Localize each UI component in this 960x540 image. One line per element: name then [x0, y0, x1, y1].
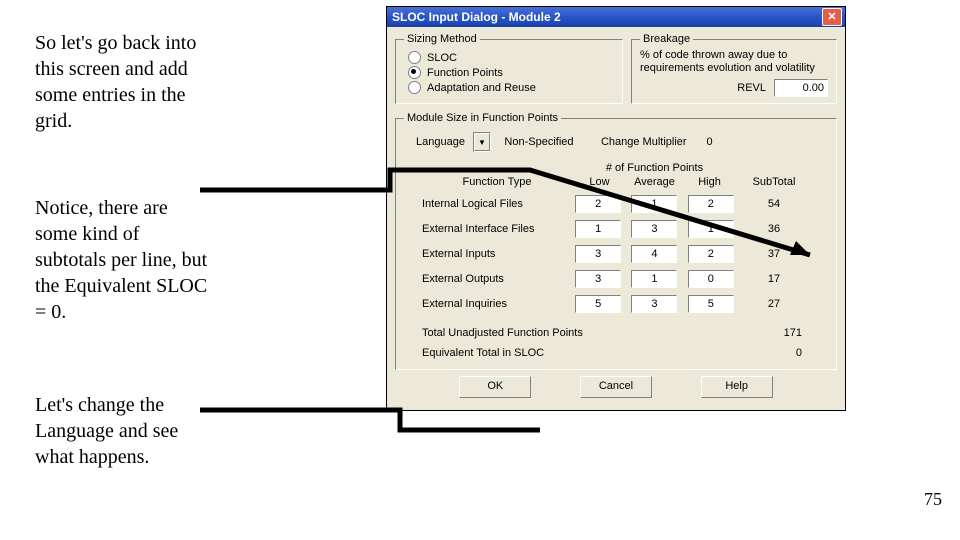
radio-label: Function Points: [427, 67, 503, 79]
equivalent-sloc-label: Equivalent Total in SLOC: [422, 347, 682, 359]
subtotal-value: 17: [737, 273, 811, 285]
table-row: External Outputs31017: [422, 270, 824, 288]
equivalent-sloc-value: 0: [682, 347, 808, 359]
high-input[interactable]: 1: [688, 220, 734, 238]
change-multiplier-value: 0: [695, 136, 725, 148]
avg-input[interactable]: 1: [631, 195, 677, 213]
breakage-legend: Breakage: [640, 33, 693, 45]
cancel-button[interactable]: Cancel: [580, 376, 652, 398]
subtotal-value: 27: [737, 298, 811, 310]
low-input[interactable]: 3: [575, 270, 621, 288]
change-multiplier-label: Change Multiplier: [601, 136, 687, 148]
ok-button[interactable]: OK: [459, 376, 531, 398]
function-type-label: External Interface Files: [422, 223, 572, 235]
total-unadjusted-label: Total Unadjusted Function Points: [422, 327, 682, 339]
breakage-group: Breakage % of code thrown away due to re…: [631, 33, 837, 104]
col-header-fp: # of Function Points: [572, 162, 737, 174]
avg-input[interactable]: 1: [631, 270, 677, 288]
table-row: External Inputs34237: [422, 245, 824, 263]
radio-sloc[interactable]: SLOC: [408, 51, 614, 64]
narrative-p2: Notice, there are some kind of subtotals…: [35, 195, 210, 325]
page-number: 75: [924, 489, 942, 510]
titlebar[interactable]: SLOC Input Dialog - Module 2 ✕: [387, 7, 845, 27]
radio-adaptation-reuse[interactable]: Adaptation and Reuse: [408, 81, 614, 94]
narrative-p3: Let's change the Language and see what h…: [35, 392, 210, 470]
radio-icon: [408, 81, 421, 94]
subtotal-value: 54: [737, 198, 811, 210]
col-header-high: High: [682, 176, 737, 188]
col-header-avg: Average: [627, 176, 682, 188]
high-input[interactable]: 5: [688, 295, 734, 313]
breakage-desc: % of code thrown away due to requirement…: [640, 49, 828, 75]
total-unadjusted-value: 171: [682, 327, 808, 339]
sizing-method-group: Sizing Method SLOC Function Points Adapt…: [395, 33, 623, 104]
close-button[interactable]: ✕: [822, 8, 842, 26]
avg-input[interactable]: 3: [631, 295, 677, 313]
subtotal-value: 37: [737, 248, 811, 260]
sizing-legend: Sizing Method: [404, 33, 480, 45]
low-input[interactable]: 1: [575, 220, 621, 238]
table-row: External Interface Files13136: [422, 220, 824, 238]
radio-function-points[interactable]: Function Points: [408, 66, 614, 79]
sloc-input-dialog: SLOC Input Dialog - Module 2 ✕ Sizing Me…: [386, 6, 846, 411]
table-row: External Inquiries53527: [422, 295, 824, 313]
language-value: Non-Specified: [499, 136, 579, 148]
avg-input[interactable]: 4: [631, 245, 677, 263]
table-row: Internal Logical Files21254: [422, 195, 824, 213]
radio-icon: [408, 66, 421, 79]
language-label: Language: [416, 136, 465, 148]
col-header-low: Low: [572, 176, 627, 188]
col-header-subtotal: SubTotal: [737, 176, 811, 188]
function-type-label: Internal Logical Files: [422, 198, 572, 210]
module-legend: Module Size in Function Points: [404, 112, 561, 124]
low-input[interactable]: 3: [575, 245, 621, 263]
high-input[interactable]: 2: [688, 245, 734, 263]
function-type-label: External Inputs: [422, 248, 572, 260]
narrative-p1: So let's go back into this screen and ad…: [35, 30, 210, 134]
chevron-down-icon: ▼: [474, 133, 490, 151]
close-icon: ✕: [827, 12, 836, 23]
low-input[interactable]: 5: [575, 295, 621, 313]
low-input[interactable]: 2: [575, 195, 621, 213]
titlebar-text: SLOC Input Dialog - Module 2: [390, 10, 822, 24]
function-type-label: External Inquiries: [422, 298, 572, 310]
high-input[interactable]: 2: [688, 195, 734, 213]
module-size-group: Module Size in Function Points Language …: [395, 112, 837, 370]
revl-label: REVL: [737, 82, 766, 94]
radio-icon: [408, 51, 421, 64]
revl-input[interactable]: 0.00: [774, 79, 828, 97]
radio-label: Adaptation and Reuse: [427, 82, 536, 94]
subtotal-value: 36: [737, 223, 811, 235]
help-button[interactable]: Help: [701, 376, 773, 398]
avg-input[interactable]: 3: [631, 220, 677, 238]
col-header-type: Function Type: [422, 176, 572, 188]
function-points-grid: Function Type # of Function Points Low A…: [422, 162, 824, 313]
radio-label: SLOC: [427, 52, 457, 64]
high-input[interactable]: 0: [688, 270, 734, 288]
language-combo[interactable]: ▼: [473, 132, 491, 152]
function-type-label: External Outputs: [422, 273, 572, 285]
